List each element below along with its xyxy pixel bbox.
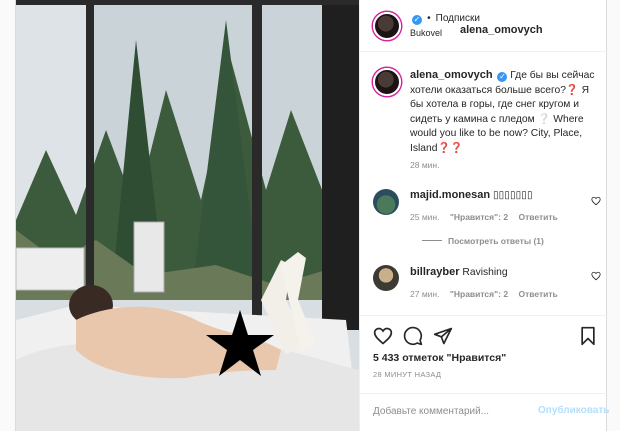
author-line: alena_omovych ✓ • Подписки (410, 12, 543, 36)
reply-button[interactable]: Ответить (518, 289, 557, 299)
posted-time[interactable]: 28 МИНУТ НАЗАД (373, 370, 441, 379)
publish-button[interactable]: Опубликовать (538, 405, 609, 416)
post-modal: alena_omovych ✓ • Подписки Bukovel alena… (15, 0, 609, 431)
verified-icon: ✓ (497, 72, 508, 82)
comment-likes[interactable]: "Нравится": 2 (450, 212, 508, 222)
comment-icon[interactable] (403, 326, 423, 346)
follow-button[interactable]: Подписки (436, 13, 480, 24)
caption-time[interactable]: 28 мин. (410, 160, 439, 170)
comment-meta: 27 мин. "Нравится": 2 Ответить (410, 289, 566, 299)
heart-icon[interactable] (373, 326, 393, 346)
comment-text: ▯▯▯▯▯▯▯ (492, 190, 533, 201)
comment-input[interactable] (373, 402, 523, 420)
comment-meta: 25 мин. "Нравится": 2 Ответить (410, 212, 566, 222)
caption-text: Где бы вы сейчас хотели оказаться больше… (410, 70, 595, 154)
bookmark-icon[interactable] (578, 326, 598, 346)
verified-icon: ✓ (412, 15, 422, 25)
comment-time[interactable]: 27 мин. (410, 289, 439, 299)
comment-time[interactable]: 25 мин. (410, 212, 439, 222)
comment-username[interactable]: majid.monesan (410, 189, 490, 201)
post-image (16, 0, 359, 431)
view-replies-button[interactable]: Посмотреть ответы (1) (422, 236, 544, 246)
likes-count[interactable]: 5 433 отметок "Нравится" (373, 352, 506, 364)
post-photo[interactable] (16, 0, 359, 431)
post-sidebar: alena_omovych ✓ • Подписки Bukovel alena… (359, 0, 609, 431)
caption-avatar[interactable] (373, 68, 401, 96)
comment-username[interactable]: billrayber (410, 266, 460, 278)
separator-dot: • (427, 13, 431, 24)
author-avatar[interactable] (373, 12, 401, 40)
comment-heart-icon[interactable] (591, 196, 601, 206)
author-username[interactable]: alena_omovych (460, 24, 543, 36)
comment-body: billrayber Ravishing (410, 266, 508, 278)
comment-heart-icon[interactable] (591, 271, 601, 281)
commenter-avatar[interactable] (373, 189, 399, 215)
view-replies-label: Посмотреть ответы (1) (448, 236, 544, 246)
comment-likes[interactable]: "Нравится": 2 (450, 289, 508, 299)
replies-divider (422, 240, 442, 241)
caption-username[interactable]: alena_omovych (410, 69, 493, 81)
share-icon[interactable] (433, 326, 453, 346)
reply-button[interactable]: Ответить (518, 212, 557, 222)
comment-body: majid.monesan ▯▯▯▯▯▯▯ (410, 189, 533, 201)
post-header: alena_omovych ✓ • Подписки Bukovel (360, 0, 609, 52)
post-location[interactable]: Bukovel (410, 28, 442, 38)
comment-text: Ravishing (462, 267, 508, 278)
commenter-avatar[interactable] (373, 265, 399, 291)
comment-composer: Опубликовать (360, 393, 609, 431)
caption-body: alena_omovych ✓ Где бы вы сейчас хотели … (410, 68, 602, 156)
